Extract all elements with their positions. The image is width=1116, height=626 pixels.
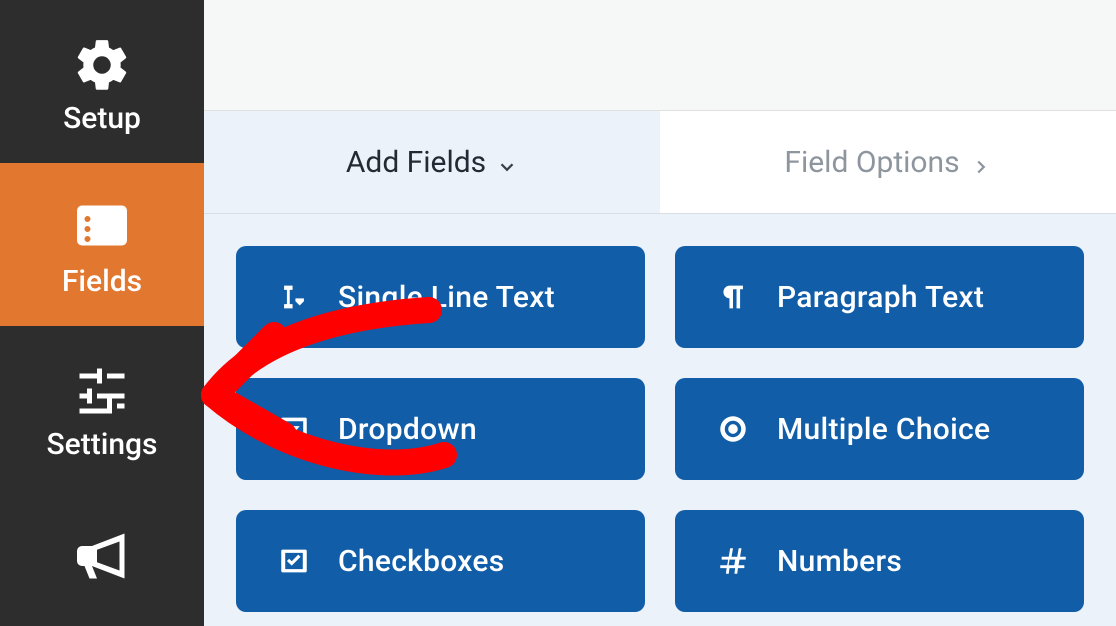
- sliders-icon: [67, 356, 137, 426]
- field-grid: Single Line Text Paragraph Text Dropdown…: [204, 214, 1116, 612]
- sidebar-item-setup[interactable]: Setup: [0, 0, 204, 163]
- field-paragraph-text[interactable]: Paragraph Text: [675, 246, 1084, 348]
- sidebar-item-marketing[interactable]: [0, 489, 204, 626]
- field-label: Single Line Text: [338, 280, 555, 315]
- tab-label: Field Options: [784, 145, 959, 180]
- field-dropdown[interactable]: Dropdown: [236, 378, 645, 480]
- sidebar: Setup Fields Settings: [0, 0, 204, 626]
- sidebar-item-label: Setup: [63, 104, 141, 134]
- field-single-line-text[interactable]: Single Line Text: [236, 246, 645, 348]
- caret-square-down-icon: [276, 411, 312, 447]
- hash-icon: [715, 543, 751, 579]
- sidebar-item-settings[interactable]: Settings: [0, 326, 204, 489]
- field-label: Paragraph Text: [777, 280, 984, 315]
- sidebar-item-label: Settings: [46, 430, 157, 460]
- field-label: Numbers: [777, 544, 902, 579]
- tab-label: Add Fields: [346, 145, 486, 180]
- megaphone-icon: [67, 521, 137, 591]
- chevron-down-icon: [496, 151, 518, 173]
- tab-field-options[interactable]: Field Options: [660, 111, 1116, 213]
- sidebar-item-fields[interactable]: Fields: [0, 163, 204, 326]
- main-panel: Add Fields Field Options Single Line Tex…: [204, 0, 1116, 626]
- chevron-right-icon: [970, 151, 992, 173]
- panel-tabs: Add Fields Field Options: [204, 111, 1116, 214]
- radio-icon: [715, 411, 751, 447]
- text-cursor-icon: [276, 279, 312, 315]
- check-square-icon: [276, 543, 312, 579]
- field-checkboxes[interactable]: Checkboxes: [236, 510, 645, 612]
- tab-add-fields[interactable]: Add Fields: [204, 111, 660, 213]
- gear-icon: [67, 30, 137, 100]
- sidebar-item-label: Fields: [62, 267, 142, 297]
- field-label: Checkboxes: [338, 544, 505, 579]
- pilcrow-icon: [715, 279, 751, 315]
- field-numbers[interactable]: Numbers: [675, 510, 1084, 612]
- field-label: Dropdown: [338, 412, 477, 447]
- field-multiple-choice[interactable]: Multiple Choice: [675, 378, 1084, 480]
- field-label: Multiple Choice: [777, 412, 990, 447]
- top-strip: [204, 0, 1116, 111]
- list-icon: [67, 193, 137, 263]
